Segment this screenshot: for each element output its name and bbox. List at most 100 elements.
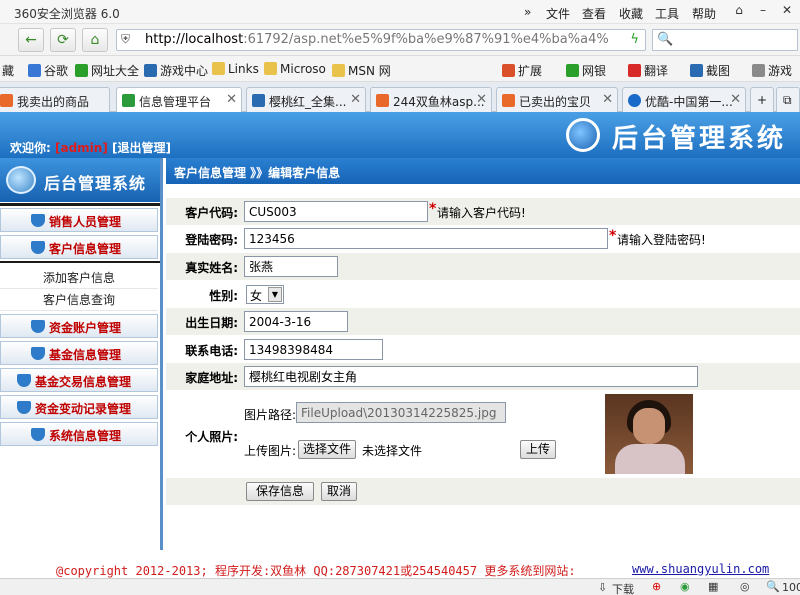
bookmark-item[interactable]: 藏 bbox=[2, 62, 14, 79]
bookmark-hao123[interactable]: 网址大全 bbox=[75, 62, 139, 79]
menu-help[interactable]: 帮助 bbox=[692, 5, 716, 22]
ext-translate[interactable]: 翻译 bbox=[628, 62, 668, 79]
logout-link[interactable]: [退出管理] bbox=[112, 141, 171, 155]
close-tab-icon[interactable]: ✕ bbox=[350, 92, 361, 107]
close-tab-icon[interactable]: ✕ bbox=[602, 92, 613, 107]
copyright-text: @copyright 2012-2013; 程序开发:双鱼林 QQ:287307… bbox=[56, 564, 576, 578]
page-icon bbox=[122, 94, 135, 107]
bookmark-links[interactable]: Links bbox=[212, 62, 259, 76]
customer-code-input[interactable] bbox=[244, 201, 428, 222]
address-url[interactable]: http://localhost:61792/asp.net%e5%9f%ba%… bbox=[145, 32, 615, 47]
tab-info-platform[interactable]: 信息管理平台 ✕ bbox=[116, 87, 242, 113]
menu-tools[interactable]: 工具 bbox=[655, 5, 679, 22]
bookmark-google[interactable]: 谷歌 bbox=[28, 62, 68, 79]
home-small-icon[interactable]: ⌂ bbox=[728, 3, 750, 21]
clear-icon[interactable]: ◎ bbox=[740, 580, 750, 593]
close-tab-icon[interactable]: ✕ bbox=[476, 92, 487, 107]
site-link[interactable]: www.shuangyulin.com bbox=[632, 562, 769, 576]
lightning-icon[interactable]: ϟ bbox=[630, 32, 639, 47]
sidebar-item-fund-trades[interactable]: 基金交易信息管理 bbox=[0, 368, 158, 392]
bookmark-microsoft[interactable]: Microso bbox=[264, 62, 326, 76]
grid-icon[interactable]: ▦ bbox=[708, 580, 718, 593]
shield-icon bbox=[31, 320, 45, 333]
photo-path-input bbox=[296, 402, 506, 423]
ext-extensions[interactable]: 扩展 bbox=[502, 62, 542, 79]
label-birthday: 出生日期: bbox=[185, 316, 238, 330]
upload-button[interactable]: 上传 bbox=[520, 440, 556, 459]
tab-sold-treasures[interactable]: 已卖出的宝贝 ✕ bbox=[496, 87, 618, 112]
row-password: 登陆密码: * 请输入登陆密码! bbox=[166, 225, 800, 252]
add-icon[interactable]: ⊕ bbox=[652, 580, 661, 593]
system-logo-icon bbox=[566, 118, 600, 152]
sidebar-item-label: 资金变动记录管理 bbox=[35, 402, 132, 416]
menu-favorites[interactable]: 收藏 bbox=[619, 5, 643, 22]
ext-screenshot[interactable]: 截图 bbox=[690, 62, 730, 79]
search-box[interactable]: 🔍 bbox=[652, 29, 798, 51]
download-label[interactable]: 下载 bbox=[612, 581, 634, 595]
no-file-text: 未选择文件 bbox=[362, 444, 423, 458]
address-input[interactable] bbox=[244, 366, 698, 387]
ext-games[interactable]: 游戏 bbox=[752, 62, 792, 79]
label-customer-code: 客户代码: bbox=[185, 206, 238, 220]
sidebar-item-fund-accounts[interactable]: 资金账户管理 bbox=[0, 314, 158, 338]
row-customer-code: 客户代码: * 请输入客户代码! bbox=[166, 198, 800, 225]
close-tab-icon[interactable]: ✕ bbox=[730, 92, 741, 107]
sidebar-divider bbox=[0, 261, 160, 263]
chevron-double-icon[interactable]: » bbox=[524, 5, 531, 19]
row-actions: 保存信息 取消 bbox=[166, 478, 800, 505]
sidebar-item-system[interactable]: 系统信息管理 bbox=[0, 422, 158, 446]
main-content: 客户信息管理 》》编辑客户信息 客户代码: * 请输入客户代码! 登陆密码: *… bbox=[166, 158, 800, 550]
gender-select[interactable]: 女 ▼ bbox=[246, 285, 284, 304]
sidebar-sub-add-customer[interactable]: 添加客户信息 bbox=[0, 267, 158, 289]
ie-icon bbox=[144, 64, 157, 77]
phone-input[interactable] bbox=[244, 339, 383, 360]
ext-bank[interactable]: 网银 bbox=[566, 62, 606, 79]
search-icon[interactable]: 🔍 bbox=[657, 32, 673, 47]
back-icon[interactable]: ← bbox=[18, 28, 44, 52]
close-window-icon[interactable]: ✕ bbox=[776, 3, 798, 21]
sidebar-header: 后台管理系统 bbox=[0, 158, 160, 202]
tab-cherry-red[interactable]: 樱桃红_全集... ✕ bbox=[246, 87, 366, 112]
sidebar-item-sales-staff[interactable]: 销售人员管理 bbox=[0, 208, 158, 232]
refresh-icon[interactable]: ⟳ bbox=[50, 28, 76, 52]
row-gender: 性别: 女 ▼ bbox=[166, 281, 800, 308]
bookmark-msn[interactable]: MSN 网 bbox=[332, 62, 391, 79]
download-icon[interactable]: ⇩ bbox=[598, 581, 607, 594]
bookmark-games[interactable]: 游戏中心 bbox=[144, 62, 208, 79]
menu-file[interactable]: 文件 bbox=[546, 5, 570, 22]
address-bar[interactable]: ⛨ http://localhost:61792/asp.net%e5%9f%b… bbox=[116, 29, 646, 51]
required-marker: * bbox=[609, 228, 617, 244]
menu-view[interactable]: 查看 bbox=[582, 5, 606, 22]
row-address: 家庭地址: bbox=[166, 363, 800, 390]
close-tab-icon[interactable]: ✕ bbox=[226, 92, 237, 107]
password-input[interactable] bbox=[244, 228, 608, 249]
zoom-icon[interactable]: 🔍 bbox=[766, 580, 780, 593]
tab-sold-items[interactable]: 我卖出的商品 bbox=[0, 87, 110, 112]
home-icon[interactable]: ⌂ bbox=[82, 28, 108, 52]
tab-shuangyulin[interactable]: 244双鱼林asp... ✕ bbox=[370, 87, 492, 112]
row-phone: 联系电话: bbox=[166, 336, 800, 363]
tab-youku[interactable]: 优酷-中国第一... ✕ bbox=[622, 87, 746, 112]
shield-icon bbox=[17, 374, 31, 387]
cancel-button[interactable]: 取消 bbox=[321, 482, 357, 501]
tab-list-icon[interactable]: ⧉ bbox=[776, 87, 800, 112]
scissors-icon bbox=[690, 64, 703, 77]
shield-icon: ⛨ bbox=[121, 32, 131, 46]
sidebar-item-customers[interactable]: 客户信息管理 bbox=[0, 235, 158, 259]
new-tab-button[interactable]: + bbox=[750, 87, 774, 112]
sidebar-item-label: 销售人员管理 bbox=[49, 215, 122, 229]
globe-icon[interactable]: ◉ bbox=[680, 580, 690, 593]
taobao-icon bbox=[0, 94, 13, 107]
minimize-icon[interactable]: – bbox=[752, 3, 774, 21]
real-name-input[interactable] bbox=[244, 256, 338, 277]
customer-code-hint: 请输入客户代码! bbox=[437, 206, 526, 220]
birthday-input[interactable] bbox=[244, 311, 348, 332]
choose-file-button[interactable]: 选择文件 bbox=[298, 440, 356, 459]
sidebar-sub-query-customer[interactable]: 客户信息查询 bbox=[0, 289, 158, 311]
sidebar-item-fund-changes[interactable]: 资金变动记录管理 bbox=[0, 395, 158, 419]
sidebar-item-fund-info[interactable]: 基金信息管理 bbox=[0, 341, 158, 365]
save-button[interactable]: 保存信息 bbox=[246, 482, 314, 501]
zoom-level: 100 bbox=[782, 581, 800, 594]
bookmarks-bar: 藏 谷歌 网址大全 游戏中心 Links Microso MSN 网 扩展 网银… bbox=[0, 56, 800, 82]
sidebar: 后台管理系统 销售人员管理 客户信息管理 添加客户信息 客户信息查询 资金账户管… bbox=[0, 158, 163, 550]
